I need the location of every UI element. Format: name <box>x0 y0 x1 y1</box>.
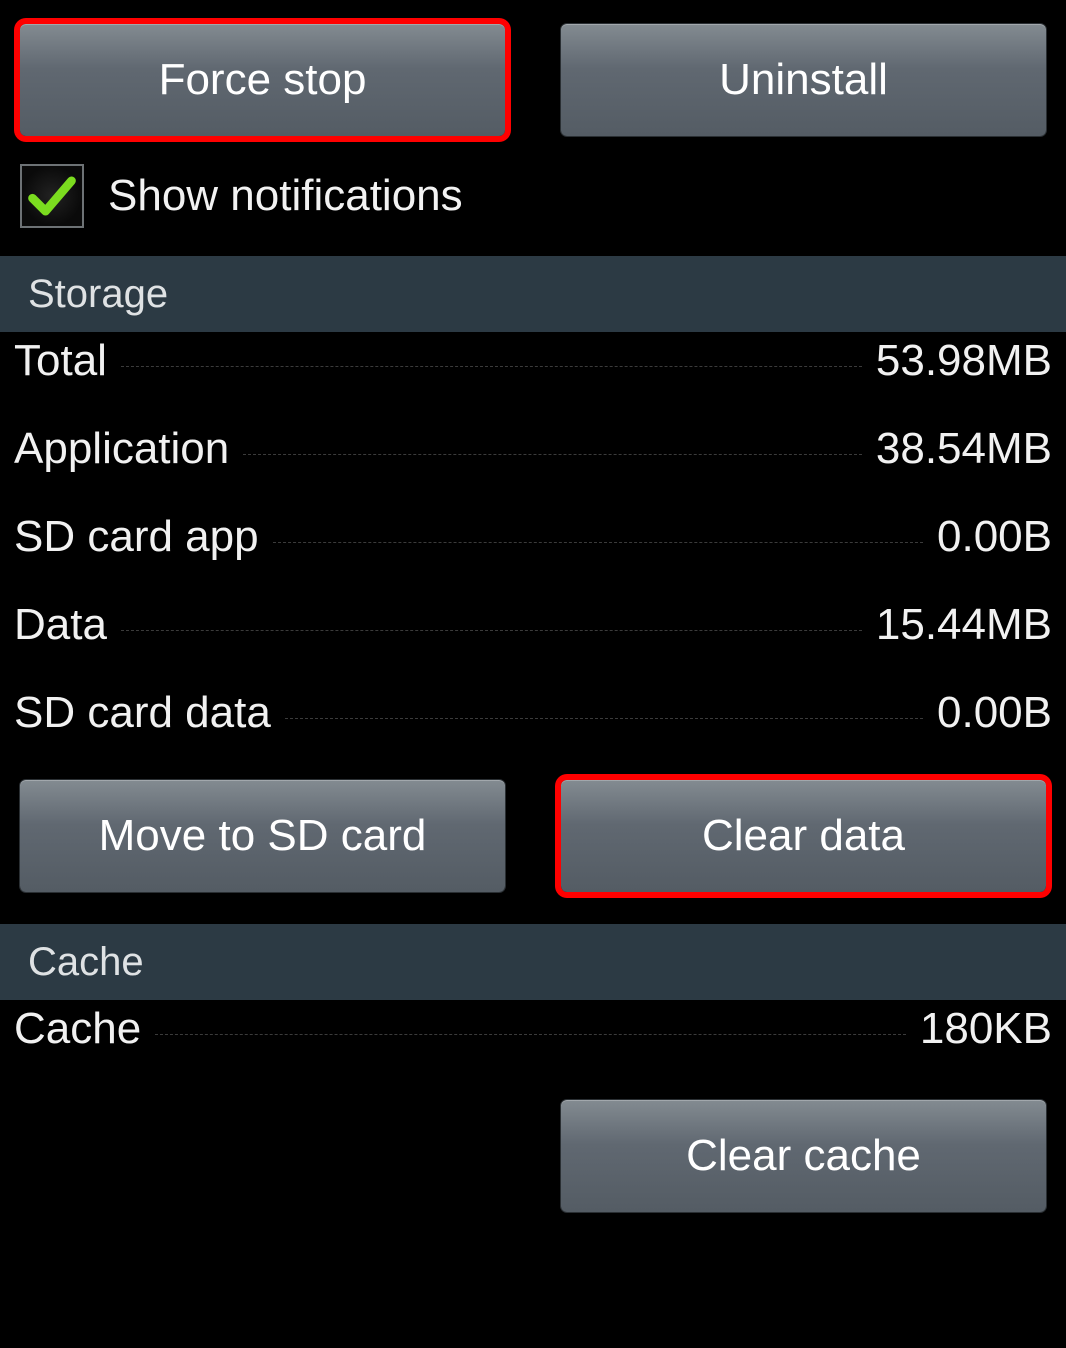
uninstall-label: Uninstall <box>719 55 888 105</box>
clear-data-label: Clear data <box>702 811 905 861</box>
move-to-sd-card-label: Move to SD card <box>99 811 427 861</box>
clear-data-button[interactable]: Clear data <box>561 780 1046 892</box>
storage-data-label: Data <box>14 600 107 650</box>
storage-action-row: Move to SD card Clear data <box>0 776 1066 904</box>
dotted-leader <box>243 453 862 455</box>
storage-sd-data-value: 0.00B <box>937 688 1052 738</box>
show-notifications-row[interactable]: Show notifications <box>0 148 1066 256</box>
show-notifications-checkbox[interactable] <box>20 164 84 228</box>
storage-sd-app-value: 0.00B <box>937 512 1052 562</box>
cache-value: 180KB <box>920 1004 1052 1054</box>
cache-row: Cache 180KB <box>14 1004 1052 1092</box>
storage-application-value: 38.54MB <box>876 424 1052 474</box>
force-stop-label: Force stop <box>159 55 367 105</box>
cache-action-row: Clear cache <box>0 1092 1066 1224</box>
cache-section-header: Cache <box>0 924 1066 1000</box>
storage-row-total: Total 53.98MB <box>14 336 1052 424</box>
storage-data-value: 15.44MB <box>876 600 1052 650</box>
clear-cache-button[interactable]: Clear cache <box>561 1100 1046 1212</box>
move-to-sd-card-button[interactable]: Move to SD card <box>20 780 505 892</box>
cache-label: Cache <box>14 1004 141 1054</box>
dotted-leader <box>273 541 923 543</box>
storage-row-sd-data: SD card data 0.00B <box>14 688 1052 776</box>
storage-total-label: Total <box>14 336 107 386</box>
clear-cache-label: Clear cache <box>686 1131 921 1181</box>
show-notifications-label: Show notifications <box>108 171 463 221</box>
spacer <box>20 1100 505 1212</box>
top-action-row: Force stop Uninstall <box>0 0 1066 148</box>
check-icon <box>26 170 78 222</box>
storage-application-label: Application <box>14 424 229 474</box>
storage-rows: Total 53.98MB Application 38.54MB SD car… <box>0 332 1066 776</box>
storage-row-data: Data 15.44MB <box>14 600 1052 688</box>
cache-rows: Cache 180KB <box>0 1000 1066 1092</box>
storage-section-header: Storage <box>0 256 1066 332</box>
force-stop-button[interactable]: Force stop <box>20 24 505 136</box>
dotted-leader <box>121 365 862 367</box>
uninstall-button[interactable]: Uninstall <box>561 24 1046 136</box>
dotted-leader <box>155 1033 906 1035</box>
storage-row-sd-app: SD card app 0.00B <box>14 512 1052 600</box>
storage-row-application: Application 38.54MB <box>14 424 1052 512</box>
storage-total-value: 53.98MB <box>876 336 1052 386</box>
dotted-leader <box>121 629 862 631</box>
storage-sd-app-label: SD card app <box>14 512 259 562</box>
storage-sd-data-label: SD card data <box>14 688 271 738</box>
dotted-leader <box>285 717 923 719</box>
